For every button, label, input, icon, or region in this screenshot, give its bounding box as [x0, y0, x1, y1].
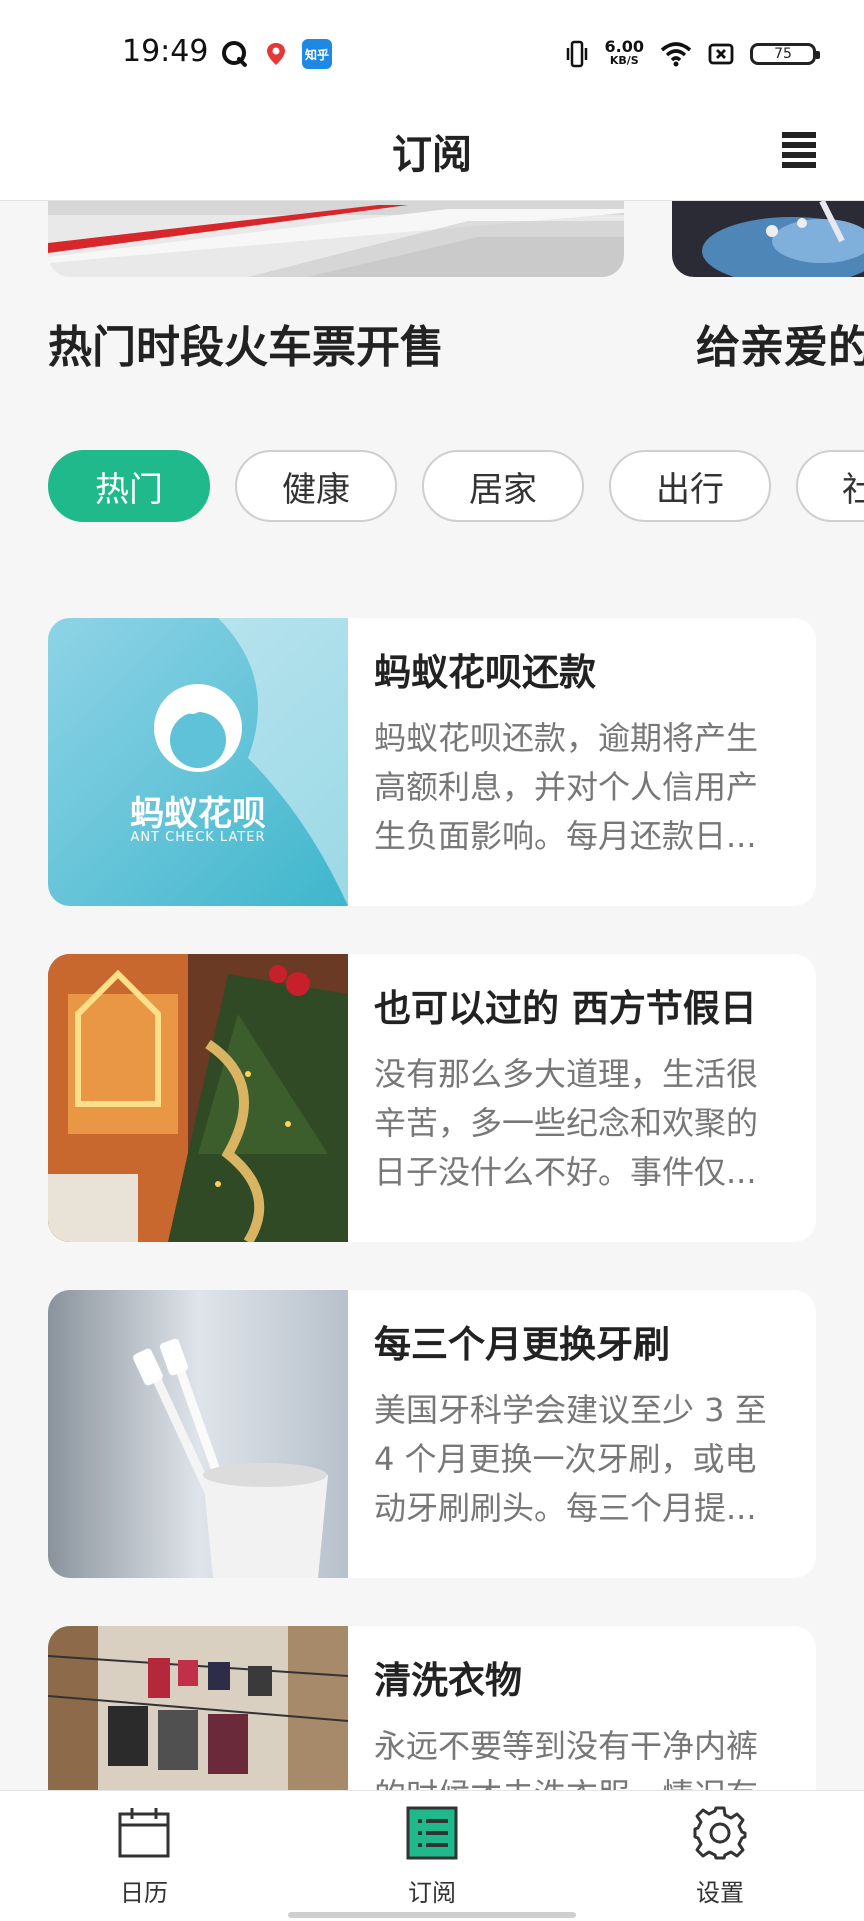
list-item[interactable]: 每三个月更换牙刷 美国牙科学会建议至少 3 至 4 个月更换一次牙刷，或电动牙刷…	[48, 1290, 816, 1578]
nav-subscription[interactable]: 订阅	[362, 1805, 502, 1915]
banner-carousel[interactable]: 热门时段火车票开售 给亲爱的	[0, 201, 864, 381]
nav-label: 日历	[120, 1879, 168, 1907]
tab-home[interactable]: 居家	[422, 450, 584, 522]
zhihu-icon-text: 知乎	[304, 47, 329, 62]
battery-indicator: 75	[750, 43, 820, 65]
article-thumbnail	[48, 954, 348, 1242]
wifi-icon	[660, 42, 692, 67]
gear-icon	[693, 1806, 747, 1860]
article-title: 清洗衣物	[374, 1659, 522, 1702]
article-title: 蚂蚁花呗还款	[374, 651, 596, 694]
list-item[interactable]: 蚂蚁花呗 ANT CHECK LATER 蚂蚁花呗还款 蚂蚁花呗还款，逾期将产生…	[48, 618, 816, 906]
app-header: 订阅	[0, 100, 864, 201]
calendar-icon	[118, 1808, 170, 1858]
article-thumbnail	[48, 1290, 348, 1578]
nav-calendar[interactable]: 日历	[74, 1805, 214, 1915]
network-speed: 6.00 KB/S	[604, 37, 644, 68]
article-title: 每三个月更换牙刷	[374, 1323, 670, 1366]
tab-travel[interactable]: 出行	[609, 450, 771, 522]
nav-label: 订阅	[408, 1879, 456, 1907]
list-item[interactable]: 清洗衣物 永远不要等到没有干净内裤的时候才去洗衣服，情况有	[48, 1626, 816, 1790]
sim-off-icon	[708, 43, 734, 65]
vibrate-icon	[566, 40, 587, 68]
thumbnail-brand-subtext: ANT CHECK LATER	[130, 830, 266, 845]
article-thumbnail: 蚂蚁花呗 ANT CHECK LATER	[48, 618, 348, 906]
article-thumbnail	[48, 1626, 349, 1790]
banner-title: 热门时段火车票开售	[48, 322, 444, 373]
home-indicator[interactable]	[288, 1912, 576, 1918]
status-bar: 19:49 知乎 6.00 KB/S 75	[0, 0, 864, 100]
thumbnail-brand-text: 蚂蚁花呗	[130, 794, 266, 834]
article-description: 没有那么多大道理，生活很辛苦，多一些纪念和欢聚的日子没什么不好。事件仅...	[374, 1055, 759, 1191]
page-title: 订阅	[392, 132, 472, 178]
banner-image-train	[48, 201, 624, 277]
menu-button[interactable]	[776, 128, 824, 172]
article-description: 蚂蚁花呗还款，逾期将产生高额利息，并对个人信用产生负面影响。每月还款日...	[374, 719, 759, 855]
article-description: 永远不要等到没有干净内裤的时候才去洗衣服，情况有	[374, 1727, 759, 1790]
article-title: 也可以过的 西方节假日	[374, 987, 757, 1030]
tab-hot[interactable]: 热门	[48, 450, 210, 522]
banner-title: 给亲爱的	[696, 322, 864, 373]
zhihu-icon: 知乎	[302, 39, 332, 69]
nav-settings[interactable]: 设置	[650, 1805, 790, 1915]
list-item[interactable]: 也可以过的 西方节假日 没有那么多大道理，生活很辛苦，多一些纪念和欢聚的日子没什…	[48, 954, 816, 1242]
bottom-navigation: 日历 订阅 设置	[0, 1790, 864, 1921]
tab-health[interactable]: 健康	[235, 450, 397, 522]
article-list: 蚂蚁花呗 ANT CHECK LATER 蚂蚁花呗还款 蚂蚁花呗还款，逾期将产生…	[48, 618, 816, 1790]
list-menu-icon	[782, 132, 816, 168]
location-pin-icon	[267, 43, 285, 65]
tab-social[interactable]: 社	[796, 450, 864, 522]
subscription-icon	[406, 1806, 458, 1860]
network-speed-value: 6.00	[604, 37, 644, 56]
status-indicators: 6.00 KB/S 75	[565, 36, 820, 72]
nav-label: 设置	[696, 1879, 744, 1907]
category-tabs: 热门 健康 居家 出行 社	[48, 450, 864, 524]
article-description: 美国牙科学会建议至少 3 至 4 个月更换一次牙刷，或电动牙刷刷头。每三个月提.…	[374, 1391, 767, 1527]
status-time: 19:49	[122, 34, 209, 69]
network-speed-unit: KB/S	[609, 54, 639, 67]
battery-level: 75	[774, 46, 792, 62]
qq-icon	[222, 41, 247, 67]
banner-image-cupcake	[672, 201, 864, 277]
